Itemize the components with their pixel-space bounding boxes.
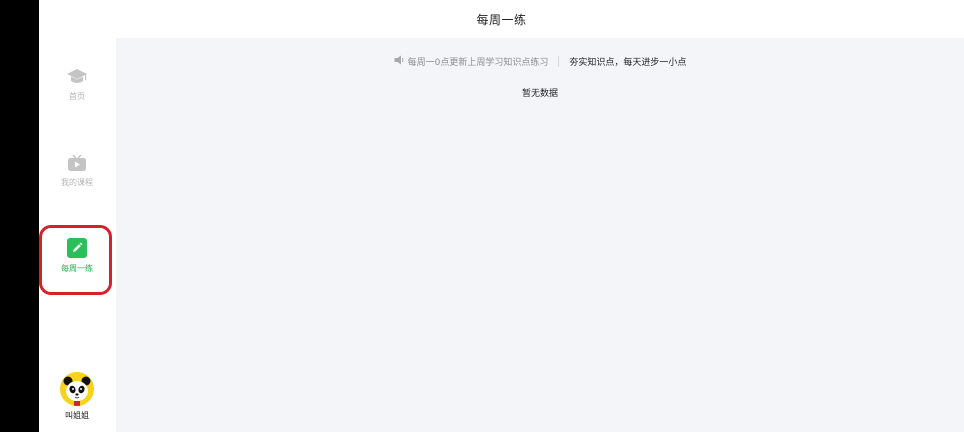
tv-icon bbox=[67, 154, 87, 172]
sidebar: 首页 我的课程 每周一练 叫姐姐 bbox=[39, 38, 115, 432]
top-bar: 每周一练 bbox=[39, 0, 964, 38]
main-content: 每周一0点更新上周学习知识点练习 夯实知识点，每天进步一小点 暂无数据 bbox=[116, 38, 964, 432]
divider bbox=[558, 56, 560, 67]
user-profile[interactable]: 叫姐姐 bbox=[39, 372, 115, 421]
sidebar-item-home[interactable]: 首页 bbox=[39, 68, 115, 102]
sidebar-item-my-courses[interactable]: 我的课程 bbox=[39, 154, 115, 188]
user-name: 叫姐姐 bbox=[65, 411, 89, 420]
sidebar-item-weekly-practice[interactable]: 每周一练 bbox=[39, 238, 115, 274]
notice-text: 每周一0点更新上周学习知识点练习 bbox=[407, 58, 549, 68]
graduation-cap-icon bbox=[66, 68, 88, 86]
notice-bar: 每周一0点更新上周学习知识点练习 夯实知识点，每天进步一小点 bbox=[116, 55, 964, 68]
sidebar-item-label: 我的课程 bbox=[61, 178, 93, 187]
app-window: 每周一练 首页 我的课程 每周一练 叫姐姐 每周一0点更新上周学习知识点练习 夯… bbox=[39, 0, 964, 432]
panda-avatar-icon bbox=[60, 372, 94, 406]
sidebar-item-label: 首页 bbox=[69, 92, 85, 101]
page-title: 每周一练 bbox=[476, 12, 527, 27]
avatar[interactable] bbox=[60, 372, 94, 406]
empty-state-text: 暂无数据 bbox=[521, 89, 558, 99]
sidebar-item-label: 每周一练 bbox=[61, 264, 93, 273]
slogan-text: 夯实知识点，每天进步一小点 bbox=[569, 58, 687, 68]
speaker-icon bbox=[394, 55, 405, 68]
pencil-icon bbox=[67, 238, 87, 258]
